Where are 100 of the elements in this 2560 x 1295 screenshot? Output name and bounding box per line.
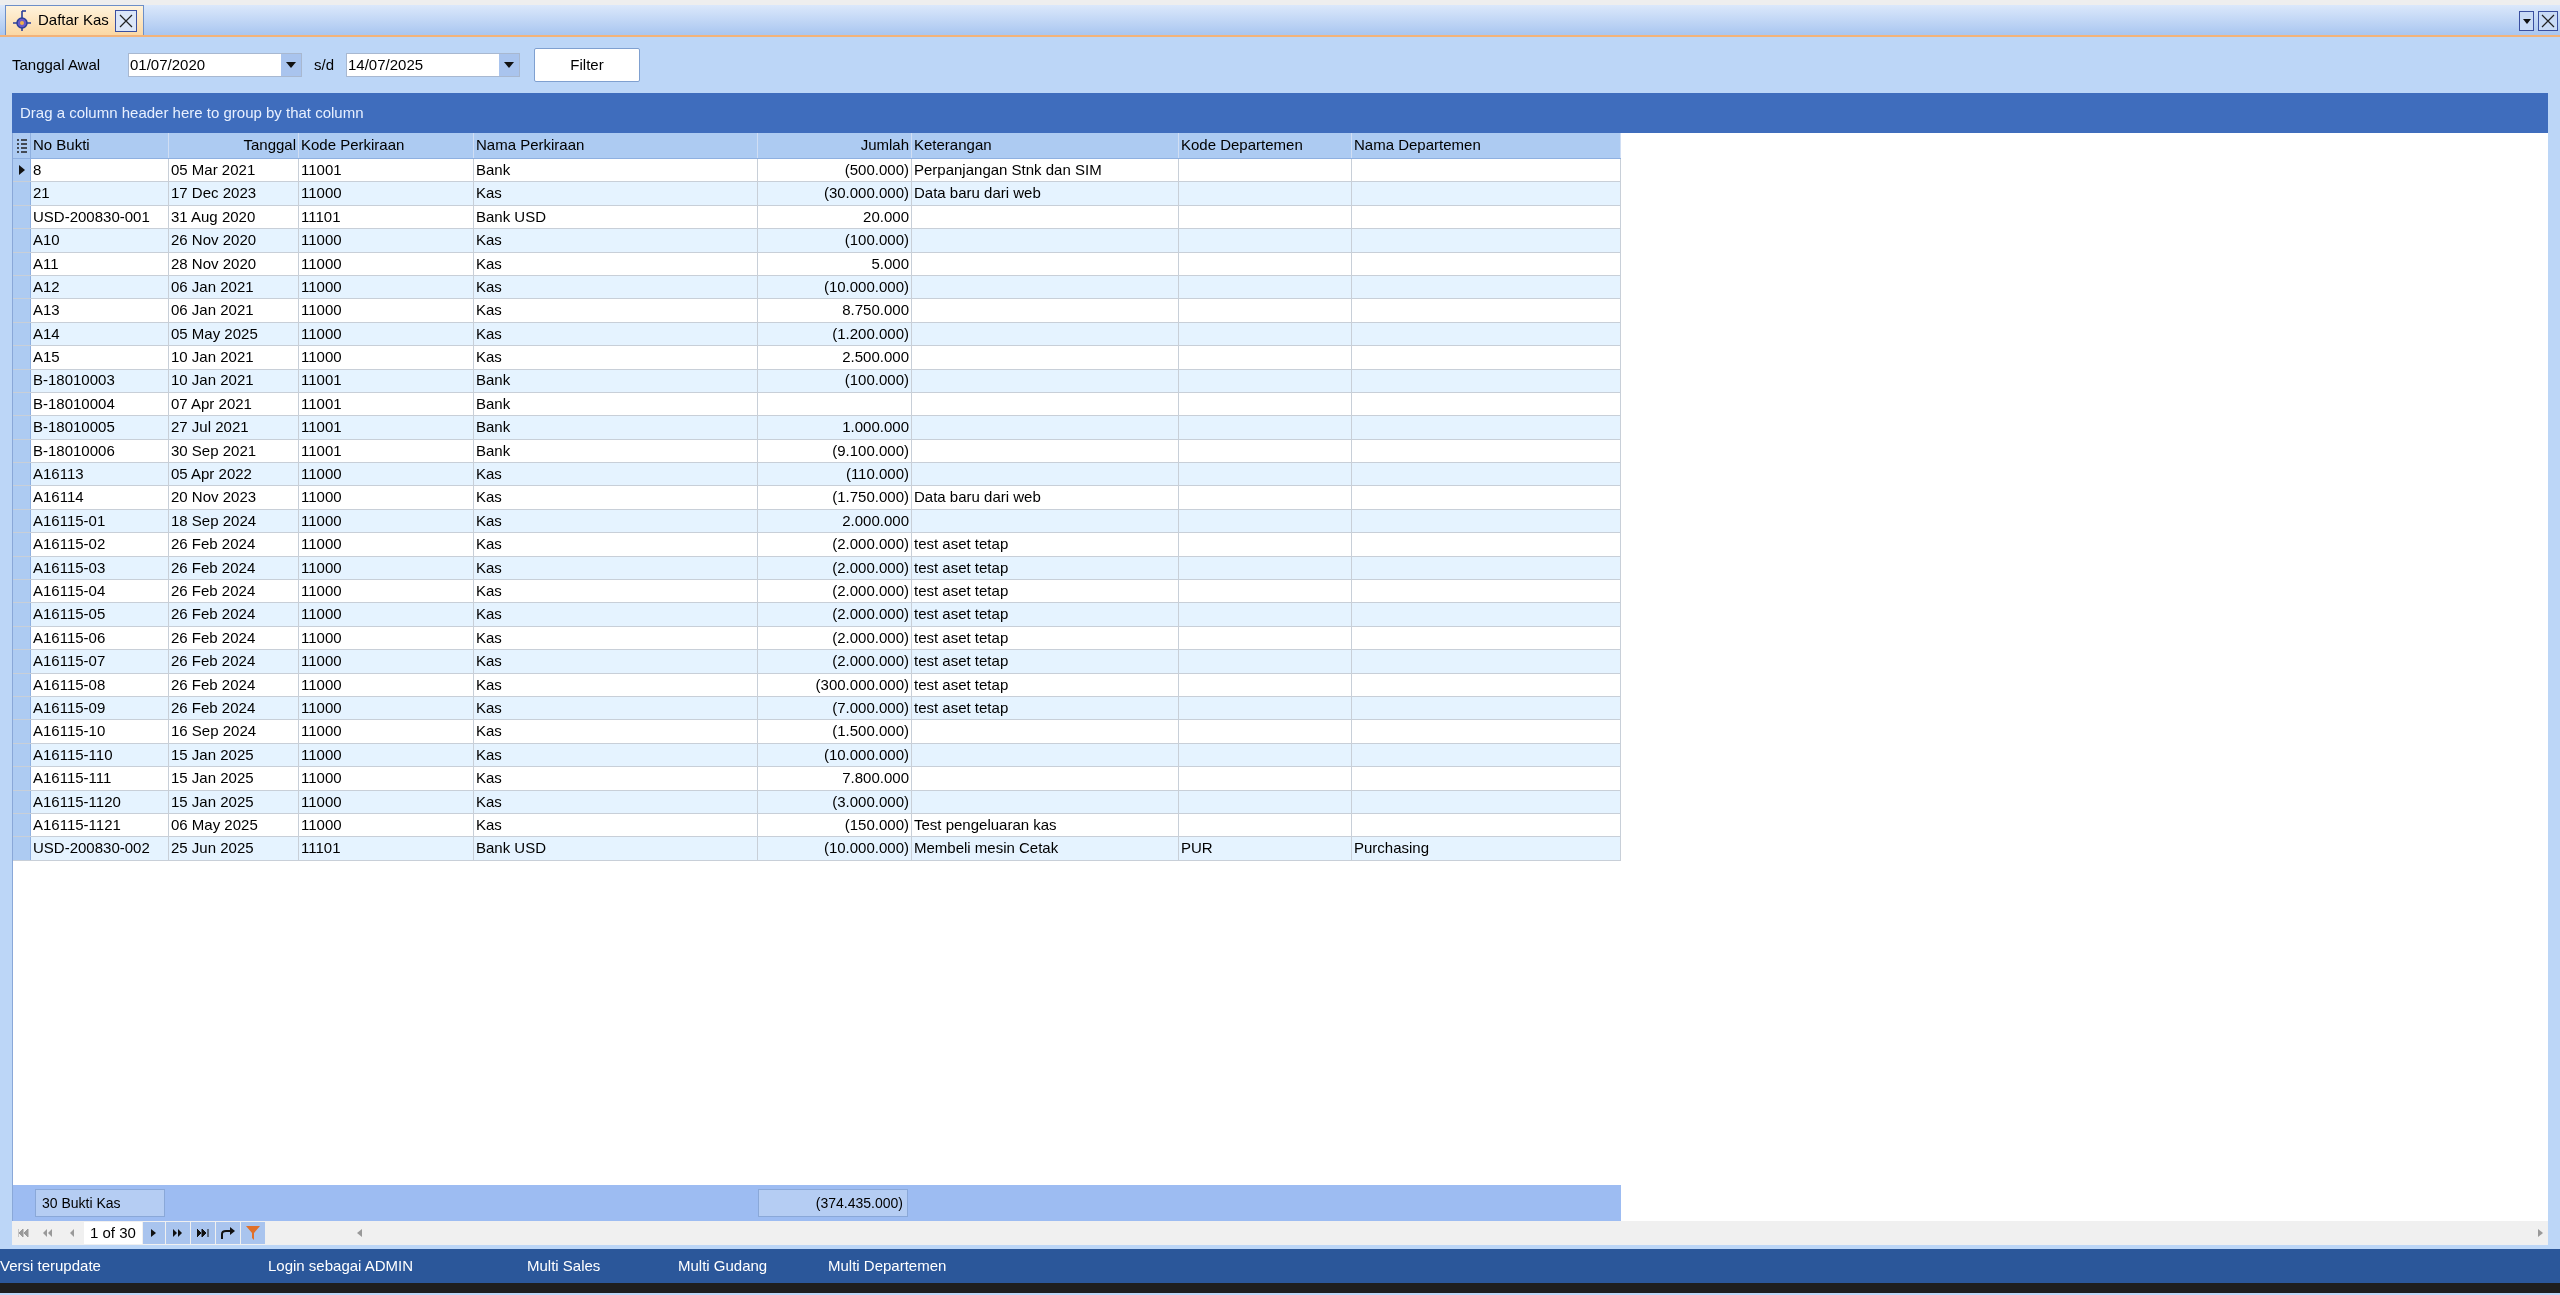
total-amount: (374.435.000) xyxy=(758,1189,908,1217)
table-cell-text: Kas xyxy=(476,534,502,555)
table-cell-text: 11101 xyxy=(301,838,341,859)
table-cell-text: 11000 xyxy=(301,230,342,251)
table-cell-text: A16115-1120 xyxy=(33,791,121,812)
start-date-value: 01/07/2020 xyxy=(129,54,206,75)
table-cell-text: Purchasing xyxy=(1354,838,1430,859)
table-cell-text: A16115-110 xyxy=(33,744,113,765)
table-cell-text: Kas xyxy=(476,487,502,508)
table-cell-text: A16115-111 xyxy=(33,768,112,789)
table-cell-text: A10 xyxy=(33,230,60,251)
table-cell-text: (30.000.000) xyxy=(823,183,909,204)
status-item: Versi terupdate xyxy=(0,1255,102,1276)
table-cell-text: 10 Jan 2021 xyxy=(171,347,254,368)
table-cell-text: A16115-01 xyxy=(33,510,106,531)
table-cell-text: 26 Feb 2024 xyxy=(171,581,256,601)
table-cell-text: test aset tetap xyxy=(914,651,1009,672)
table-cell-text: Bank xyxy=(476,417,511,438)
group-by-panel: Drag a column header here to group by that column xyxy=(12,93,2548,133)
table-cell-text: test aset tetap xyxy=(914,604,1009,625)
table-cell-text: A16115-02 xyxy=(33,534,106,555)
table-cell-text: Test pengeluaran kas xyxy=(914,814,1057,835)
column-header[interactable]: Nama Perkiraan xyxy=(474,133,758,158)
column-header[interactable]: Tanggal xyxy=(169,133,299,158)
table-cell-text: Kas xyxy=(476,674,502,695)
table-cell-text: 26 Nov 2020 xyxy=(171,230,257,251)
table-cell-text: 11000 xyxy=(301,581,342,601)
table-cell-text: 11000 xyxy=(301,276,342,297)
end-date-field[interactable]: 14/07/2025 xyxy=(346,53,520,77)
status-item: Multi Sales xyxy=(527,1255,602,1276)
table-cell-text: 11000 xyxy=(301,534,342,555)
table-cell-text: USD-200830-001 xyxy=(33,206,150,227)
table-cell-text: (2.000.000) xyxy=(832,651,909,672)
table-cell-text: (2.000.000) xyxy=(832,557,909,578)
status-item: Login sebagai ADMIN xyxy=(268,1255,415,1276)
table-cell-text: (300.000.000) xyxy=(815,674,909,695)
status-item: Multi Gudang xyxy=(678,1255,769,1276)
table-cell-text: 11000 xyxy=(301,627,342,648)
table-cell-text: 11001 xyxy=(301,393,342,414)
table-cell-text: (1.200.000) xyxy=(832,323,909,344)
table-cell-text: 11000 xyxy=(301,674,342,695)
table-cell-text: 21 xyxy=(33,183,50,204)
column-header[interactable]: Kode Departemen xyxy=(1179,133,1352,158)
table-cell-text: (500.000) xyxy=(844,159,909,180)
table-cell-text: (10.000.000) xyxy=(823,276,909,297)
column-header[interactable]: No Bukti xyxy=(31,133,169,158)
table-cell-text: test aset tetap xyxy=(914,557,1009,578)
table-cell-text: 11000 xyxy=(301,487,342,508)
table-cell-text: (100.000) xyxy=(844,230,909,251)
table-cell-text: 05 Mar 2021 xyxy=(171,159,256,180)
table-cell-text: 16 Sep 2024 xyxy=(171,721,257,742)
table-cell-text: 11000 xyxy=(301,183,342,204)
filter-button[interactable]: Filter xyxy=(534,48,640,82)
table-cell-text: PUR xyxy=(1181,838,1213,859)
table-cell-text: 8 xyxy=(33,159,42,180)
column-header[interactable]: Jumlah xyxy=(758,133,912,158)
document-tab[interactable]: Daftar Kas xyxy=(5,5,144,35)
table-cell-text: Bank xyxy=(476,370,511,391)
table-cell-text: 06 Jan 2021 xyxy=(171,300,254,321)
table-cell-text: A13 xyxy=(33,300,60,321)
table-cell-text: Bank xyxy=(476,440,511,461)
table-cell-text: A14 xyxy=(33,323,60,344)
table-cell-text: test aset tetap xyxy=(914,627,1009,648)
table-cell-text: 05 Apr 2022 xyxy=(171,464,252,485)
table-cell-text: (110.000) xyxy=(845,464,909,485)
table-cell-text: 7.800.000 xyxy=(842,768,909,789)
tab-title: Daftar Kas xyxy=(38,10,109,31)
table-cell-text: A15 xyxy=(33,347,60,368)
table-cell-text: 11000 xyxy=(301,253,342,274)
table-cell-text: 1.000.000 xyxy=(842,417,909,438)
table-cell-text: 20 Nov 2023 xyxy=(171,487,257,508)
table-cell-text: 15 Jan 2025 xyxy=(171,791,254,812)
table-cell-text: Kas xyxy=(476,253,502,274)
table-cell-text: Data baru dari web xyxy=(914,183,1041,204)
table-cell-text: Kas xyxy=(476,721,502,742)
table-cell-text: 18 Sep 2024 xyxy=(171,510,257,531)
column-header[interactable]: Kode Perkiraan xyxy=(299,133,474,158)
table-cell-text: (3.000.000) xyxy=(832,791,909,812)
table-cell-text: A16115-07 xyxy=(33,651,106,672)
table-cell-text: 11000 xyxy=(301,557,342,578)
column-header[interactable]: Nama Departemen xyxy=(1352,133,1621,158)
table-cell-text: Kas xyxy=(476,510,502,531)
start-date-field[interactable]: 01/07/2020 xyxy=(128,53,302,77)
table-cell-text: (150.000) xyxy=(844,814,909,835)
table-cell-text: Kas xyxy=(476,276,502,297)
table-cell-text: 20.000 xyxy=(863,206,909,227)
table-cell-text: B-18010003 xyxy=(33,370,115,391)
table-cell-text: 06 Jan 2021 xyxy=(171,276,254,297)
table-cell-text: 5.000 xyxy=(871,253,909,274)
status-item: Multi Departemen xyxy=(828,1255,948,1276)
table-cell-text: A16115-04 xyxy=(33,581,106,601)
table-cell-text: Kas xyxy=(476,791,502,812)
start-date-label: Tanggal Awal xyxy=(12,54,102,75)
table-cell-text: 11001 xyxy=(301,159,342,180)
column-header[interactable]: Keterangan xyxy=(912,133,1179,158)
table-cell-text: A16115-1121 xyxy=(33,814,121,835)
table-cell-text: (1.500.000) xyxy=(832,721,909,742)
table-cell-text: A12 xyxy=(33,276,60,297)
table-cell-text: (10.000.000) xyxy=(823,838,909,859)
table-cell-text: B-18010006 xyxy=(33,440,115,461)
